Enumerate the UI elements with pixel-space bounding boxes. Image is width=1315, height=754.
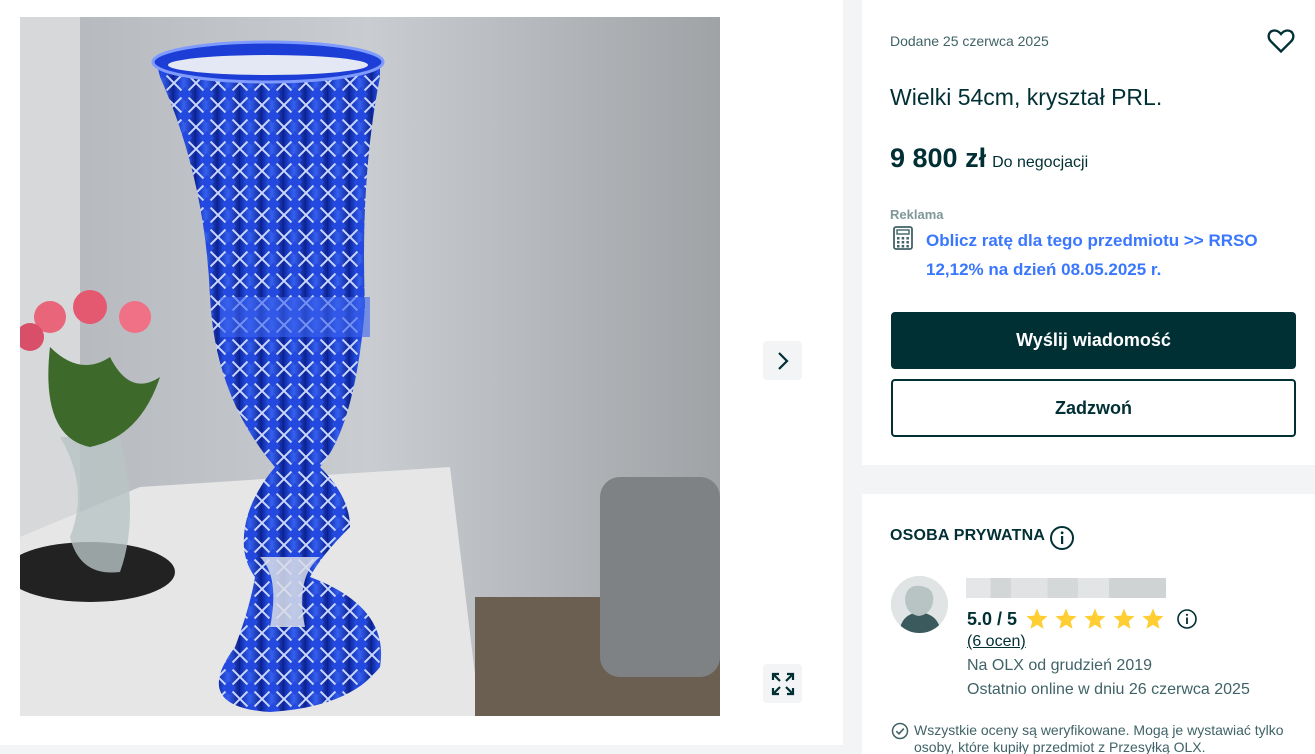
- star-icon: [1142, 608, 1164, 629]
- listing-info-card: Dodane 25 czerwca 2025 Wielki 54cm, krys…: [862, 0, 1315, 465]
- member-since: Na OLX od grudzień 2019: [967, 657, 1153, 674]
- price-row: 9 800 zł Do negocjacji: [890, 143, 1088, 174]
- listing-photo[interactable]: [20, 17, 720, 716]
- fullscreen-button[interactable]: [763, 664, 802, 703]
- next-image-button[interactable]: [763, 341, 802, 380]
- last-online: Ostatnio online w dniu 26 czerwca 2025: [967, 681, 1250, 698]
- call-button[interactable]: Zadzwoń: [891, 379, 1296, 437]
- star-icon: [1113, 608, 1135, 629]
- rating-row: 5.0 / 5: [967, 607, 1198, 631]
- seller-type: OSOBA PRYWATNA: [890, 527, 1046, 544]
- send-message-button[interactable]: Wyślij wiadomość: [891, 312, 1296, 369]
- seller-card: OSOBA PRYWATNA 5.0 / 5 (6 ocen) Na OLX o…: [862, 494, 1315, 754]
- rating-info-icon[interactable]: [1176, 608, 1198, 630]
- user-avatar-icon: [891, 576, 948, 633]
- star-icon: [1084, 608, 1106, 629]
- star-icon: [1055, 608, 1077, 629]
- expand-icon: [771, 672, 794, 695]
- listing-title: Wielki 54cm, kryształ PRL.: [890, 84, 1163, 110]
- chevron-right-icon: [777, 351, 789, 370]
- negotiable-label: Do negocjacji: [992, 154, 1089, 171]
- star-icon: [1026, 608, 1048, 629]
- seller-name-obscured: [966, 578, 1170, 598]
- price: 9 800 zł: [890, 143, 987, 173]
- info-icon[interactable]: [1049, 525, 1075, 551]
- ratings-count-link[interactable]: (6 ocen): [967, 633, 1026, 651]
- verified-ratings-note: Wszystkie oceny są weryfikowane. Mogą je…: [914, 722, 1284, 754]
- gallery-card: [0, 0, 843, 745]
- heart-icon[interactable]: [1267, 27, 1295, 55]
- check-circle-icon: [891, 722, 909, 740]
- avatar[interactable]: [891, 576, 948, 633]
- rating-value: 5.0 / 5: [967, 608, 1018, 629]
- installment-calculator-link[interactable]: Oblicz ratę dla tego przedmiotu >> RRSO …: [926, 226, 1286, 284]
- calculator-icon: [893, 226, 913, 250]
- ad-label: Reklama: [890, 207, 944, 222]
- listing-date: Dodane 25 czerwca 2025: [890, 33, 1049, 49]
- vase-photo-illustration: [20, 17, 720, 716]
